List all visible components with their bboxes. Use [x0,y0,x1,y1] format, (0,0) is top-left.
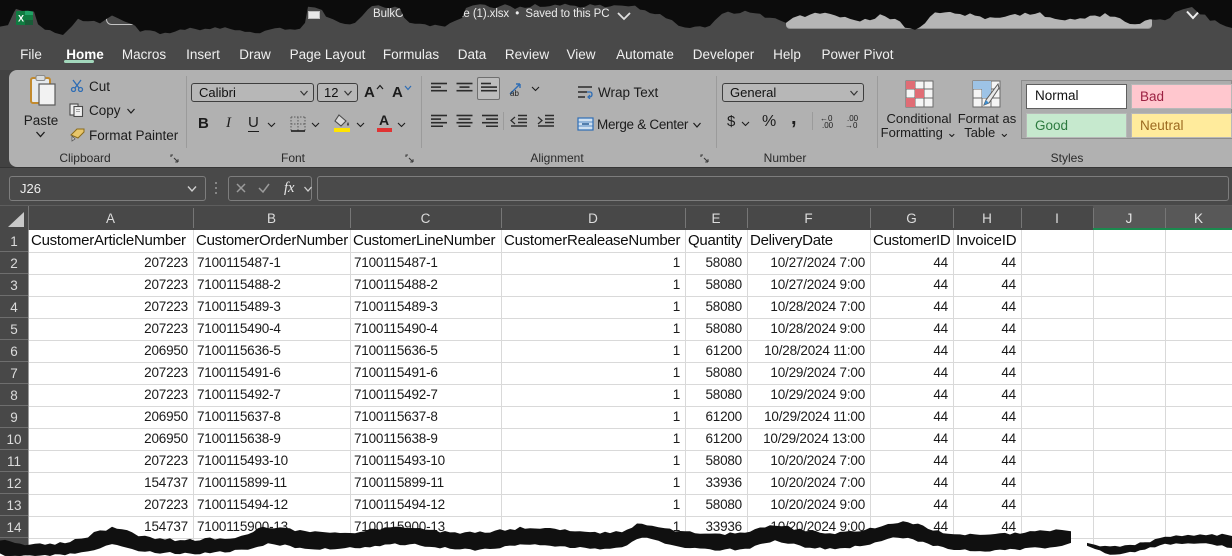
svg-text:ab: ab [510,89,519,97]
svg-text:→0: →0 [845,121,858,128]
svg-text:.00: .00 [822,121,834,128]
